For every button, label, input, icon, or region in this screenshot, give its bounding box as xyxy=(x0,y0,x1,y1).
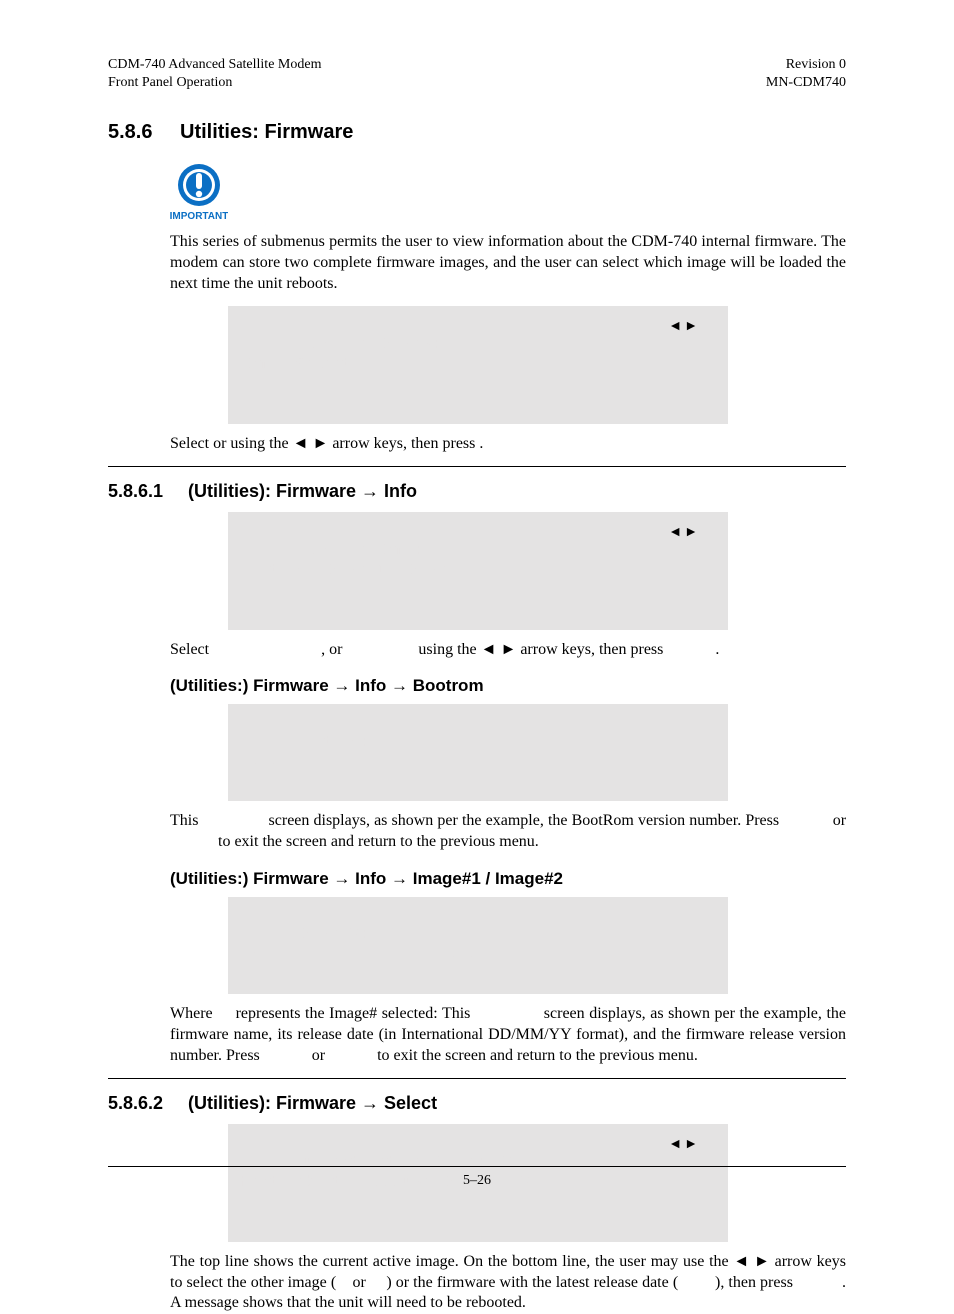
paragraph-select: The top line shows the current active im… xyxy=(170,1252,846,1314)
arrow-indicator-icon: ◄► xyxy=(668,316,700,335)
header-left: CDM-740 Advanced Satellite Modem Front P… xyxy=(108,56,321,91)
footer-rule xyxy=(108,1166,846,1167)
heading-bootrom: (Utilities:) Firmware → Info → Bootrom xyxy=(170,676,846,696)
paragraph-image: Where represents the Image# selected: Th… xyxy=(170,1004,846,1066)
paragraph-bootrom: This screen displays, as shown per the e… xyxy=(170,811,846,853)
page: CDM-740 Advanced Satellite Modem Front P… xyxy=(0,0,954,1235)
page-number: 5–26 xyxy=(463,1173,491,1188)
screen-text: Image#X: APP FW/####### ##/##/## #.#.# xyxy=(242,926,485,963)
lcd-screen-firmware: Firmware Images: Info Select ◄► xyxy=(228,306,728,423)
intro-paragraph: This series of submenus permits the user… xyxy=(170,232,846,294)
divider xyxy=(108,466,846,467)
page-footer: 5–26 xyxy=(0,1166,954,1189)
section-5-8-6-content: IMPORTANT This series of submenus permit… xyxy=(170,162,846,454)
arrow-indicator-icon: ◄► xyxy=(668,522,700,541)
page-header: CDM-740 Advanced Satellite Modem Front P… xyxy=(108,56,846,91)
header-right: Revision 0 MN-CDM740 xyxy=(766,56,846,91)
heading-number: 5.8.6.1 xyxy=(108,481,188,502)
instruction-firmware: Select or using the ◄ ► arrow keys, then… xyxy=(170,434,846,455)
important-icon: IMPORTANT xyxy=(170,162,228,224)
heading-number: 5.8.6.2 xyxy=(108,1093,188,1114)
header-revision: Revision 0 xyxy=(766,56,846,74)
section-5-8-6-1-content: Firmware Info: Bootrom Image#1 Image#2 ◄… xyxy=(170,512,846,1066)
lcd-screen-image: Image#X: APP FW/####### ##/##/## #.#.# xyxy=(228,897,728,994)
heading-5-8-6-2: 5.8.6.2(Utilities): Firmware → Select xyxy=(108,1093,846,1114)
screen-text: Bootrom: #.#.# xyxy=(242,734,368,771)
header-doc-title: CDM-740 Advanced Satellite Modem xyxy=(108,56,321,74)
screen-text: Firmware Info: Bootrom Image#1 Image#2 xyxy=(242,542,467,579)
heading-text: Utilities: Firmware xyxy=(180,121,353,143)
heading-image: (Utilities:) Firmware → Info → Image#1 /… xyxy=(170,869,846,889)
arrow-indicator-icon: ◄► xyxy=(668,1134,700,1153)
heading-text: (Utilities): Firmware → Select xyxy=(188,1093,437,1113)
heading-5-8-6: 5.8.6Utilities: Firmware xyxy=(108,121,846,144)
header-docnum: MN-CDM740 xyxy=(766,74,846,92)
heading-text: (Utilities): Firmware → Info xyxy=(188,481,417,501)
heading-5-8-6-1: 5.8.6.1(Utilities): Firmware → Info xyxy=(108,481,846,502)
important-label: IMPORTANT xyxy=(170,211,228,222)
section-5-8-6-2-content: Current Active Image: #X Next Reboot, wi… xyxy=(170,1124,846,1314)
header-chapter: Front Panel Operation xyxy=(108,74,321,92)
instruction-info: Select , or using the ◄ ► arrow keys, th… xyxy=(170,640,846,661)
lcd-screen-bootrom: Bootrom: #.#.# xyxy=(228,704,728,801)
lcd-screen-info: Firmware Info: Bootrom Image#1 Image#2 ◄… xyxy=(228,512,728,629)
heading-number: 5.8.6 xyxy=(108,121,180,144)
screen-text: Firmware Images: Info Select xyxy=(242,336,440,373)
divider xyxy=(108,1078,846,1079)
